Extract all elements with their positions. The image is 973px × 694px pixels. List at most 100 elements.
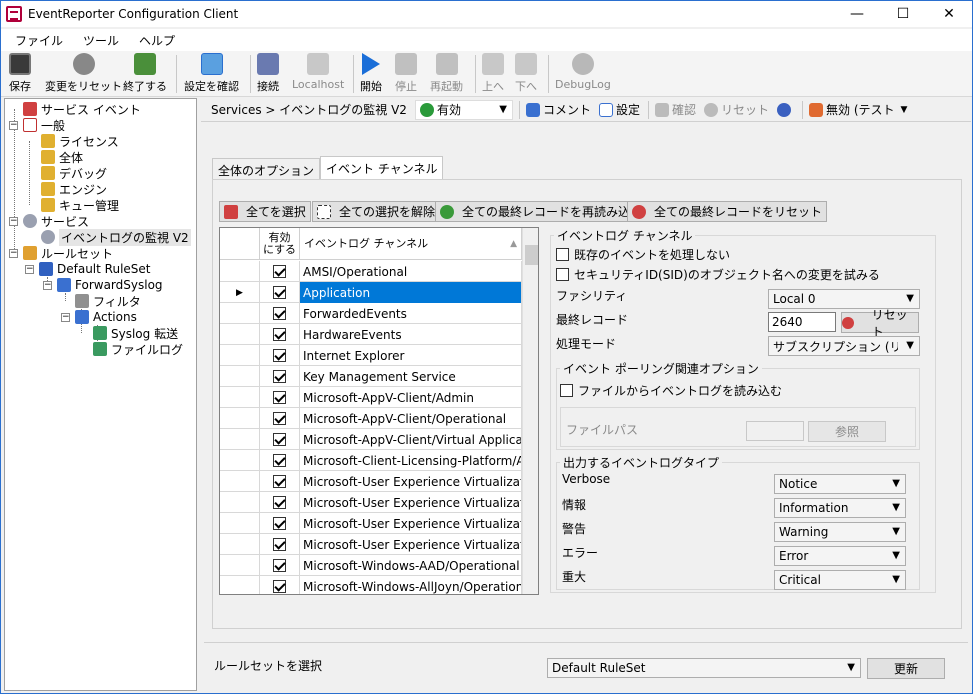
event-type-select[interactable]: Information ▼ bbox=[774, 498, 906, 518]
skip-existing-checkbox[interactable]: 既存のイベントを処理しない bbox=[556, 246, 730, 263]
enabled-cell[interactable] bbox=[260, 366, 300, 387]
channel-name-cell[interactable]: Application bbox=[300, 282, 522, 303]
channel-name-cell[interactable]: Internet Explorer bbox=[300, 345, 522, 366]
enabled-checkbox[interactable] bbox=[273, 475, 286, 488]
event-type-select[interactable]: Warning ▼ bbox=[774, 522, 906, 542]
collapse-toggle[interactable]: − bbox=[9, 249, 18, 258]
table-row[interactable]: HardwareEvents bbox=[220, 324, 522, 345]
tree-item-general[interactable]: 一般 bbox=[23, 117, 65, 133]
tree-item-engine[interactable]: エンジン bbox=[41, 181, 107, 197]
channel-name-cell[interactable]: Microsoft-Client-Licensing-Platform/Ad bbox=[300, 450, 522, 471]
tree-item-syslog-forward[interactable]: Syslog 転送 bbox=[93, 325, 178, 341]
update-button[interactable]: 更新 bbox=[867, 658, 945, 679]
enabled-cell[interactable] bbox=[260, 324, 300, 345]
collapse-toggle[interactable]: − bbox=[43, 281, 52, 290]
row-header-cell[interactable] bbox=[220, 555, 260, 576]
file-path-input[interactable] bbox=[746, 421, 804, 441]
channel-name-cell[interactable]: Microsoft-User Experience Virtualizatio bbox=[300, 471, 522, 492]
collapse-toggle[interactable]: − bbox=[9, 121, 18, 130]
event-type-select[interactable]: Error ▼ bbox=[774, 546, 906, 566]
enabled-checkbox[interactable] bbox=[273, 307, 286, 320]
close-button[interactable]: ✕ bbox=[926, 1, 972, 27]
enabled-cell[interactable] bbox=[260, 534, 300, 555]
debuglog-button[interactable]: DebugLog bbox=[555, 53, 611, 95]
restart-button[interactable]: 再起動 bbox=[430, 53, 463, 95]
comment-button[interactable]: コメント bbox=[525, 101, 591, 118]
menu-file[interactable]: ファイル bbox=[7, 32, 71, 49]
table-row[interactable]: ▶ Application bbox=[220, 282, 522, 303]
move-down-button[interactable]: 下へ bbox=[515, 53, 537, 95]
enabled-checkbox[interactable] bbox=[273, 349, 286, 362]
table-row[interactable]: Microsoft-Client-Licensing-Platform/Ad bbox=[220, 450, 522, 471]
connect-button[interactable]: 接続 bbox=[257, 53, 279, 95]
enabled-cell[interactable] bbox=[260, 261, 300, 282]
row-header-cell[interactable] bbox=[220, 492, 260, 513]
collapse-toggle[interactable]: − bbox=[9, 217, 18, 226]
table-row[interactable]: Microsoft-User Experience Virtualizatio bbox=[220, 513, 522, 534]
deselect-all-button[interactable]: 全ての選択を解除 bbox=[312, 201, 441, 222]
enabled-checkbox[interactable] bbox=[273, 265, 286, 278]
enabled-cell[interactable] bbox=[260, 282, 300, 303]
enabled-checkbox[interactable] bbox=[273, 580, 286, 593]
ruleset-select[interactable]: Default RuleSet ▼ bbox=[547, 658, 861, 678]
tree-item-default-ruleset[interactable]: Default RuleSet bbox=[39, 261, 151, 277]
browse-button[interactable]: 参照 bbox=[808, 421, 886, 442]
maximize-button[interactable]: ☐ bbox=[880, 1, 926, 27]
help-button[interactable] bbox=[777, 102, 794, 117]
enabled-checkbox[interactable] bbox=[273, 454, 286, 467]
row-header-cell[interactable] bbox=[220, 387, 260, 408]
tree-item-license[interactable]: ライセンス bbox=[41, 133, 119, 149]
enabled-cell[interactable] bbox=[260, 408, 300, 429]
reset-last-records-button[interactable]: 全ての最終レコードをリセット bbox=[627, 201, 828, 222]
table-row[interactable]: Internet Explorer bbox=[220, 345, 522, 366]
reset-button[interactable]: リセット bbox=[704, 101, 769, 118]
tree-item-filter[interactable]: フィルタ bbox=[75, 293, 141, 309]
tree-item-forward-syslog[interactable]: ForwardSyslog bbox=[57, 277, 163, 293]
tree-item-actions[interactable]: Actions bbox=[75, 309, 137, 325]
row-header-cell[interactable] bbox=[220, 576, 260, 594]
enabled-checkbox[interactable] bbox=[273, 433, 286, 446]
row-header-cell[interactable] bbox=[220, 429, 260, 450]
enabled-cell[interactable] bbox=[260, 303, 300, 324]
channel-name-cell[interactable]: Microsoft-Windows-AAD/Operational bbox=[300, 555, 522, 576]
row-header-cell[interactable] bbox=[220, 345, 260, 366]
row-header-cell[interactable] bbox=[220, 408, 260, 429]
tree-item-eventlog-monitor[interactable]: イベントログの監視 V2 bbox=[41, 228, 191, 246]
enabled-cell[interactable] bbox=[260, 345, 300, 366]
enabled-cell[interactable] bbox=[260, 492, 300, 513]
move-up-button[interactable]: 上へ bbox=[482, 53, 504, 95]
enabled-checkbox[interactable] bbox=[273, 517, 286, 530]
channel-name-cell[interactable]: Microsoft-AppV-Client/Admin bbox=[300, 387, 522, 408]
row-header-cell[interactable] bbox=[220, 366, 260, 387]
row-header-cell[interactable] bbox=[220, 471, 260, 492]
row-header-cell[interactable] bbox=[220, 534, 260, 555]
reset-changes-button[interactable]: 変更をリセット bbox=[45, 53, 122, 95]
localhost-button[interactable]: Localhost bbox=[292, 53, 344, 95]
row-header-cell[interactable] bbox=[220, 324, 260, 345]
table-row[interactable]: Microsoft-AppV-Client/Virtual Applicati bbox=[220, 429, 522, 450]
tree-item-services[interactable]: サービス bbox=[23, 213, 89, 229]
channel-name-cell[interactable]: Microsoft-User Experience Virtualizatio bbox=[300, 513, 522, 534]
mode-select[interactable]: 無効 (テスト ▼ bbox=[809, 101, 907, 118]
enabled-checkbox[interactable] bbox=[273, 370, 286, 383]
start-button[interactable]: 開始 bbox=[360, 53, 382, 95]
reload-last-records-button[interactable]: 全ての最終レコードを再読み込み bbox=[435, 201, 648, 222]
table-row[interactable]: Microsoft-User Experience Virtualizatio bbox=[220, 471, 522, 492]
channel-name-cell[interactable]: HardwareEvents bbox=[300, 324, 522, 345]
enabled-cell[interactable] bbox=[260, 555, 300, 576]
enabled-checkbox[interactable] bbox=[273, 328, 286, 341]
channel-name-cell[interactable]: Microsoft-User Experience Virtualizatio bbox=[300, 534, 522, 555]
enabled-cell[interactable] bbox=[260, 471, 300, 492]
enabled-cell[interactable] bbox=[260, 387, 300, 408]
table-row[interactable]: Microsoft-Windows-AllJoyn/Operational bbox=[220, 576, 522, 594]
row-header-cell[interactable] bbox=[220, 261, 260, 282]
menu-help[interactable]: ヘルプ bbox=[131, 32, 183, 49]
row-header-cell[interactable]: ▶ bbox=[220, 282, 260, 303]
confirm-button[interactable]: 確認 bbox=[654, 101, 696, 118]
row-header-cell[interactable] bbox=[220, 450, 260, 471]
channel-name-cell[interactable]: Microsoft-Windows-AllJoyn/Operational bbox=[300, 576, 522, 594]
last-record-reset-button[interactable]: リセット bbox=[841, 308, 919, 339]
enabled-cell[interactable] bbox=[260, 513, 300, 534]
tree-item-debug[interactable]: デバッグ bbox=[41, 165, 107, 181]
collapse-toggle[interactable]: − bbox=[61, 313, 70, 322]
